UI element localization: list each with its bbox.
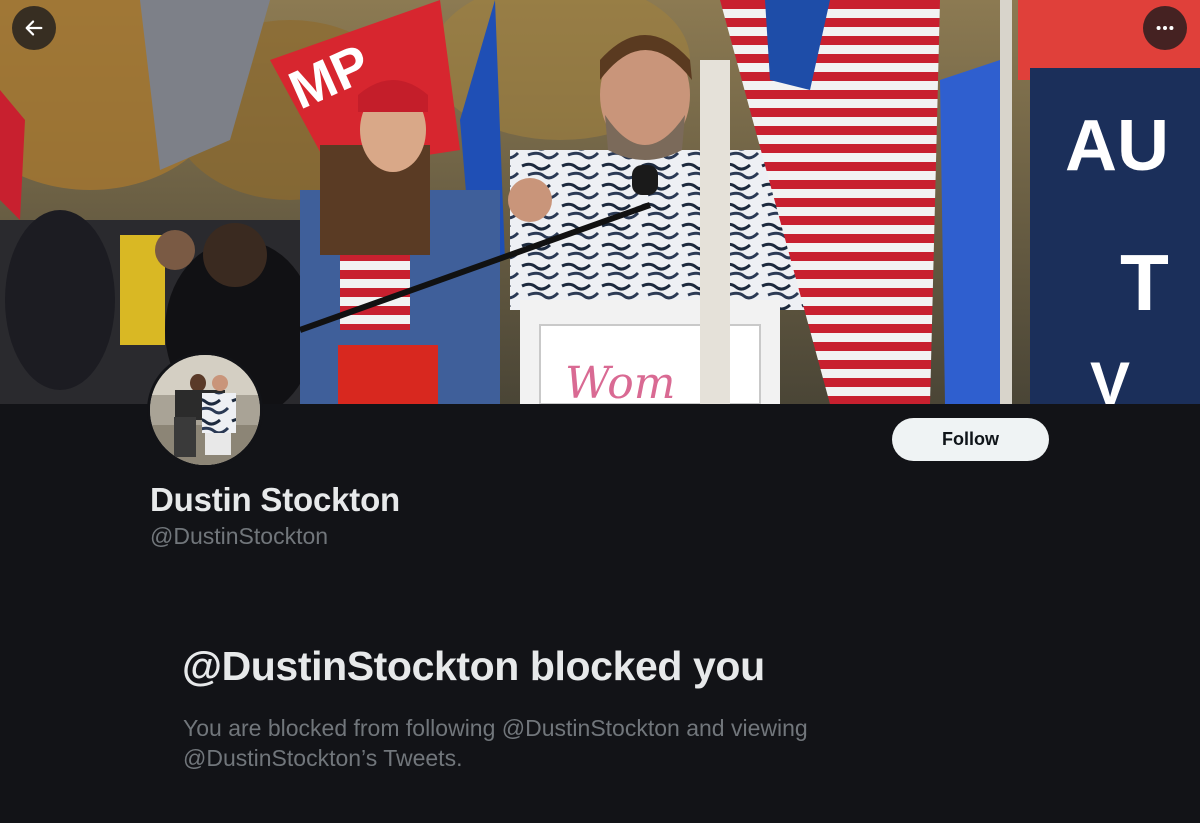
avatar[interactable] <box>147 352 263 468</box>
more-options-button[interactable] <box>1143 6 1187 50</box>
avatar-photo <box>150 355 260 465</box>
follow-button[interactable]: Follow <box>892 418 1049 461</box>
back-button[interactable] <box>12 6 56 50</box>
blocked-title: @DustinStockton blocked you <box>182 643 765 689</box>
blocked-message: You are blocked from following @DustinSt… <box>183 715 808 771</box>
profile-banner[interactable]: MP Wom AU T V <box>0 0 1200 404</box>
profile-handle: @DustinStockton <box>150 523 329 549</box>
svg-text:AU: AU <box>1065 106 1169 186</box>
banner-photo: MP Wom AU T V <box>0 0 1200 404</box>
svg-text:V: V <box>1090 350 1130 404</box>
podium-text: Wom <box>565 358 675 404</box>
svg-text:T: T <box>1120 238 1169 327</box>
arrow-left-icon <box>25 20 43 36</box>
more-horizontal-icon <box>1156 25 1174 31</box>
profile-display-name: Dustin Stockton <box>150 481 400 518</box>
